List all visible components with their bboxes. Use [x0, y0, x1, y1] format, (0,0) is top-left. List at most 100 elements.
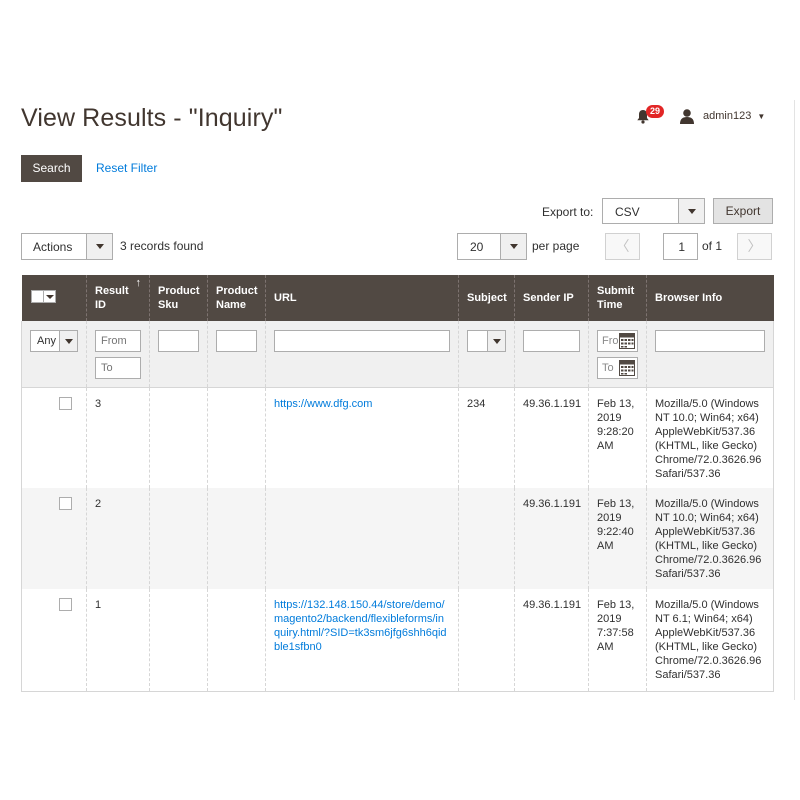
previous-page-button[interactable]: 〈: [605, 233, 640, 260]
page-title: View Results - "Inquiry": [21, 104, 283, 132]
export-format-select[interactable]: CSV: [602, 198, 705, 224]
row-select-cell: [21, 488, 87, 589]
per-page-select[interactable]: 20: [457, 233, 527, 260]
cell-url: https://www.dfg.com: [265, 387, 459, 488]
actions-label: Actions: [33, 240, 73, 254]
filter-url-input[interactable]: [274, 330, 450, 352]
page-total: of 1: [702, 239, 723, 253]
column-product-sku[interactable]: Product Sku: [149, 275, 208, 321]
filter-ip-cell: [514, 321, 589, 388]
filter-time-cell: From To: [588, 321, 647, 388]
cell-sender-ip: 49.36.1.191: [514, 488, 589, 589]
mass-select-header: [21, 275, 87, 321]
column-product-name[interactable]: Product Name: [207, 275, 266, 321]
filter-name-input[interactable]: [216, 330, 257, 352]
user-icon: [680, 109, 694, 124]
filter-result-id-cell: [86, 321, 150, 388]
table-row[interactable]: 3 https://www.dfg.com 234 49.36.1.191 Fe…: [21, 387, 774, 488]
search-button[interactable]: Search: [21, 155, 82, 182]
notifications-badge: 29: [646, 105, 664, 118]
mass-select-dropdown[interactable]: [30, 289, 56, 303]
column-url[interactable]: URL: [265, 275, 459, 321]
per-page-label: per page: [532, 239, 580, 253]
cell-result-id: 3: [86, 387, 150, 488]
per-page-value: 20: [470, 240, 484, 254]
cell-submit-time: Feb 13, 2019 9:28:20 AM: [588, 387, 647, 488]
column-result-id[interactable]: ↑ Result ID: [86, 275, 150, 321]
cell-product-sku: [149, 589, 208, 692]
export-button[interactable]: Export: [713, 198, 773, 224]
cell-product-sku: [149, 488, 208, 589]
cell-browser-info: Mozilla/5.0 (Windows NT 10.0; Win64; x64…: [646, 387, 774, 488]
cell-product-name: [207, 387, 266, 488]
export-format-value: CSV: [615, 205, 640, 219]
filter-ip-input[interactable]: [523, 330, 580, 352]
cell-product-name: [207, 488, 266, 589]
filter-subject-cell: [458, 321, 515, 388]
date-to-placeholder: To: [602, 362, 614, 374]
cell-url: [265, 488, 459, 589]
calendar-icon[interactable]: [619, 333, 635, 349]
table-row[interactable]: 1 https://132.148.150.44/store/demo/mage…: [21, 589, 774, 692]
grid-header-row: ↑ Result ID Product Sku Product Name URL…: [21, 275, 774, 321]
chevron-down-icon: [86, 234, 112, 259]
chevron-left-icon: 〈: [615, 238, 630, 254]
filter-date-from-input[interactable]: From: [597, 330, 638, 352]
row-url-link[interactable]: https://132.148.150.44/store/demo/magent…: [274, 599, 447, 653]
cell-browser-info: Mozilla/5.0 (Windows NT 6.1; Win64; x64)…: [646, 589, 774, 692]
filter-browser-input[interactable]: [655, 330, 765, 352]
user-menu[interactable]: admin123 ▼: [679, 108, 765, 124]
chevron-down-icon: ▼: [757, 111, 766, 121]
row-select-cell: [21, 387, 87, 488]
cell-product-sku: [149, 387, 208, 488]
row-checkbox[interactable]: [59, 598, 72, 611]
column-subject[interactable]: Subject: [458, 275, 515, 321]
chevron-right-icon: 〉: [747, 238, 762, 254]
chevron-down-icon: [678, 199, 704, 223]
cell-subject: [458, 589, 515, 692]
column-submit-time[interactable]: Submit Time: [588, 275, 647, 321]
cell-result-id: 2: [86, 488, 150, 589]
cell-submit-time: Feb 13, 2019 7:37:58 AM: [588, 589, 647, 692]
row-url-link[interactable]: https://www.dfg.com: [274, 398, 372, 410]
filter-date-to-input[interactable]: To: [597, 357, 638, 379]
chevron-down-icon: [487, 331, 505, 351]
sort-ascending-icon: ↑: [135, 277, 142, 289]
filter-browser-cell: [646, 321, 774, 388]
column-browser-info[interactable]: Browser Info: [646, 275, 774, 321]
cell-result-id: 1: [86, 589, 150, 692]
filter-id-from-input[interactable]: [95, 330, 141, 352]
page-right-border: [794, 100, 795, 700]
table-row[interactable]: 2 49.36.1.191 Feb 13, 2019 9:22:40 AM Mo…: [21, 488, 774, 589]
row-select-cell: [21, 589, 87, 692]
notifications-button[interactable]: 29: [636, 105, 664, 125]
header-actions: 29 admin123 ▼: [636, 105, 765, 126]
reset-filter-link[interactable]: Reset Filter: [96, 161, 157, 175]
cell-url: https://132.148.150.44/store/demo/magent…: [265, 589, 459, 692]
chevron-down-icon[interactable]: [42, 289, 56, 303]
records-found: 3 records found: [120, 239, 204, 253]
filter-any-value: Any: [37, 335, 56, 347]
calendar-icon[interactable]: [619, 360, 635, 376]
filter-select-cell: Any: [21, 321, 87, 388]
cell-sender-ip: 49.36.1.191: [514, 387, 589, 488]
actions-select[interactable]: Actions: [21, 233, 113, 260]
filter-any-select[interactable]: Any: [30, 330, 78, 352]
cell-subject: [458, 488, 515, 589]
next-page-button[interactable]: 〉: [737, 233, 772, 260]
row-checkbox[interactable]: [59, 396, 72, 410]
column-sender-ip[interactable]: Sender IP: [514, 275, 589, 321]
filter-subject-select[interactable]: [467, 330, 506, 352]
cell-product-name: [207, 589, 266, 692]
user-name: admin123: [703, 110, 752, 122]
cell-submit-time: Feb 13, 2019 9:22:40 AM: [588, 488, 647, 589]
row-checkbox[interactable]: [59, 497, 72, 510]
cell-browser-info: Mozilla/5.0 (Windows NT 10.0; Win64; x64…: [646, 488, 774, 589]
cell-subject: 234: [458, 387, 515, 488]
filter-row: Any From To From To: [21, 321, 774, 388]
filter-sku-input[interactable]: [158, 330, 199, 352]
current-page-input[interactable]: [663, 233, 698, 260]
results-grid: ↑ Result ID Product Sku Product Name URL…: [21, 275, 774, 692]
filter-id-to-input[interactable]: [95, 357, 141, 379]
filter-name-cell: [207, 321, 266, 388]
